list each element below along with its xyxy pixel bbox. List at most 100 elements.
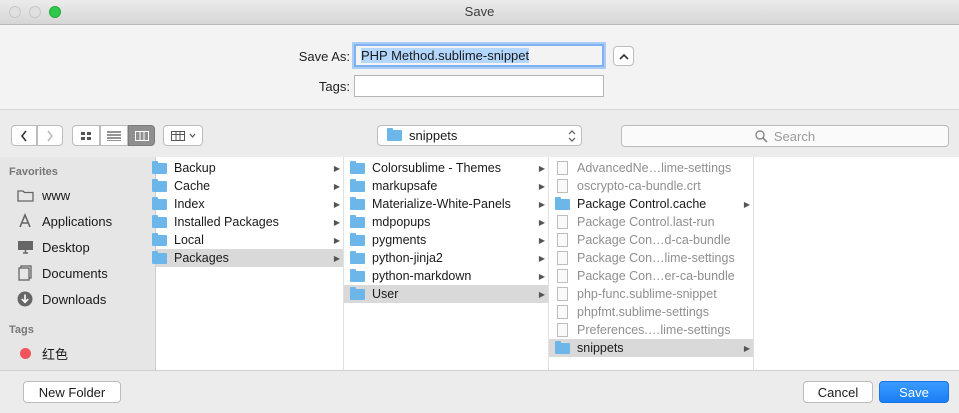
list-item[interactable]: pygments ▶ <box>344 231 548 249</box>
sidebar-item-label: Applications <box>42 213 113 229</box>
list-item[interactable]: mdpopups ▶ <box>344 213 548 231</box>
list-item[interactable]: Materialize-White-Panels ▶ <box>344 195 548 213</box>
folder-icon <box>152 196 167 210</box>
list-item: Package Con…lime-settings <box>549 249 753 267</box>
list-item[interactable]: Cache ▶ <box>152 177 343 195</box>
list-item: phpfmt.sublime-settings <box>549 303 753 321</box>
chevron-up-icon <box>618 53 629 60</box>
sidebar-item-www[interactable]: www <box>16 184 70 206</box>
documents-icon <box>16 265 34 281</box>
list-item: php-func.sublime-snippet <box>549 285 753 303</box>
folder-icon <box>152 214 167 228</box>
sidebar-tag-red[interactable]: 红色 <box>16 342 68 364</box>
list-item: Package Con…er-ca-bundle <box>549 267 753 285</box>
sidebar-tag-label: 红色 <box>42 346 69 362</box>
file-icon <box>557 323 568 337</box>
folder-icon <box>350 178 365 192</box>
folder-icon <box>152 178 167 192</box>
file-icon <box>557 179 568 193</box>
folder-icon <box>387 128 402 141</box>
sidebar: Favorites www Applications Desktop Docum… <box>0 157 156 370</box>
disclosure-arrow-icon: ▶ <box>333 181 341 191</box>
column-view-button[interactable] <box>128 125 155 146</box>
sidebar-item-desktop[interactable]: Desktop <box>16 236 90 258</box>
sidebar-item-applications[interactable]: Applications <box>16 210 112 232</box>
bottom-bar: New Folder Cancel Save <box>0 370 959 413</box>
file-icon <box>557 305 568 319</box>
list-item-selected[interactable]: User ▶ <box>344 285 548 303</box>
save-as-label: Save As: <box>298 49 350 64</box>
list-icon <box>107 130 121 141</box>
sidebar-item-label: Desktop <box>42 239 90 255</box>
new-folder-button[interactable]: New Folder <box>23 381 121 403</box>
disclosure-arrow-icon: ▶ <box>538 253 546 263</box>
list-item[interactable]: Package Control.cache ▶ <box>549 195 753 213</box>
browser-column-4 <box>754 157 959 370</box>
folder-icon <box>350 196 365 210</box>
folder-icon <box>555 340 570 354</box>
disclosure-arrow-icon: ▶ <box>538 217 546 227</box>
file-icon <box>557 215 568 229</box>
back-button[interactable] <box>11 125 37 146</box>
snippet-file-icon <box>557 287 568 301</box>
sidebar-item-downloads[interactable]: Downloads <box>16 288 106 310</box>
chevron-down-icon <box>189 133 195 138</box>
file-icon <box>557 269 568 283</box>
folder-icon <box>555 196 570 210</box>
list-item-selected[interactable]: snippets ▶ <box>549 339 753 357</box>
search-field[interactable]: Search <box>621 125 949 147</box>
downloads-icon <box>16 291 34 307</box>
disclosure-arrow-icon: ▶ <box>333 163 341 173</box>
folder-icon <box>350 268 365 282</box>
list-item[interactable]: Installed Packages ▶ <box>152 213 343 231</box>
sidebar-item-label: Documents <box>42 265 108 281</box>
list-item[interactable]: markupsafe ▶ <box>344 177 548 195</box>
tags-input[interactable] <box>354 75 604 97</box>
save-as-value: PHP Method.sublime-snippet <box>361 48 530 63</box>
browser-column-3: AdvancedNe…lime-settings oscrypto-ca-bun… <box>549 157 754 370</box>
folder-icon <box>152 232 167 246</box>
location-popup[interactable]: snippets <box>377 125 582 146</box>
folder-icon <box>350 160 365 174</box>
list-item[interactable]: python-markdown ▶ <box>344 267 548 285</box>
browser-column-2: Colorsublime - Themes ▶ markupsafe ▶ Mater… <box>344 157 549 370</box>
disclosure-arrow-icon: ▶ <box>538 235 546 245</box>
folder-icon <box>350 214 365 228</box>
list-item[interactable]: Backup ▶ <box>152 159 343 177</box>
file-icon <box>557 251 568 265</box>
list-item[interactable]: python-jinja2 ▶ <box>344 249 548 267</box>
save-button[interactable]: Save <box>879 381 949 403</box>
cancel-button[interactable]: Cancel <box>803 381 873 403</box>
disclosure-arrow-icon: ▶ <box>333 199 341 209</box>
location-label: snippets <box>409 128 458 143</box>
file-icon <box>557 161 568 175</box>
desktop-icon <box>16 239 34 255</box>
folder-icon <box>350 250 365 264</box>
browser-column-1: Backup ▶ Cache ▶ Index ▶ Installed Packages… <box>152 157 344 370</box>
sidebar-item-documents[interactable]: Documents <box>16 262 108 284</box>
group-by-button[interactable] <box>163 125 203 146</box>
list-item: Package Control.last-run <box>549 213 753 231</box>
sidebar-item-label: www <box>42 187 71 203</box>
disclosure-arrow-icon: ▶ <box>538 163 546 173</box>
list-view-button[interactable] <box>100 125 128 146</box>
folder-icon <box>350 286 365 300</box>
list-item[interactable]: Index ▶ <box>152 195 343 213</box>
search-icon <box>755 129 768 143</box>
disclosure-arrow-icon: ▶ <box>333 235 341 245</box>
list-item: oscrypto-ca-bundle.crt <box>549 177 753 195</box>
tags-label: Tags: <box>318 79 350 94</box>
icon-view-button[interactable] <box>72 125 100 146</box>
file-icon <box>557 233 568 247</box>
updown-arrows-icon <box>568 130 576 142</box>
collapse-button[interactable] <box>613 46 634 66</box>
forward-button[interactable] <box>37 125 63 146</box>
folder-icon <box>152 160 167 174</box>
save-as-input[interactable]: PHP Method.sublime-snippet <box>354 44 604 67</box>
list-item[interactable]: Local ▶ <box>152 231 343 249</box>
list-item: Package Con…d-ca-bundle <box>549 231 753 249</box>
list-item-selected[interactable]: Packages ▶ <box>152 249 343 267</box>
group-icon <box>170 130 185 141</box>
disclosure-arrow-icon: ▶ <box>333 217 341 227</box>
list-item[interactable]: Colorsublime - Themes ▶ <box>344 159 548 177</box>
